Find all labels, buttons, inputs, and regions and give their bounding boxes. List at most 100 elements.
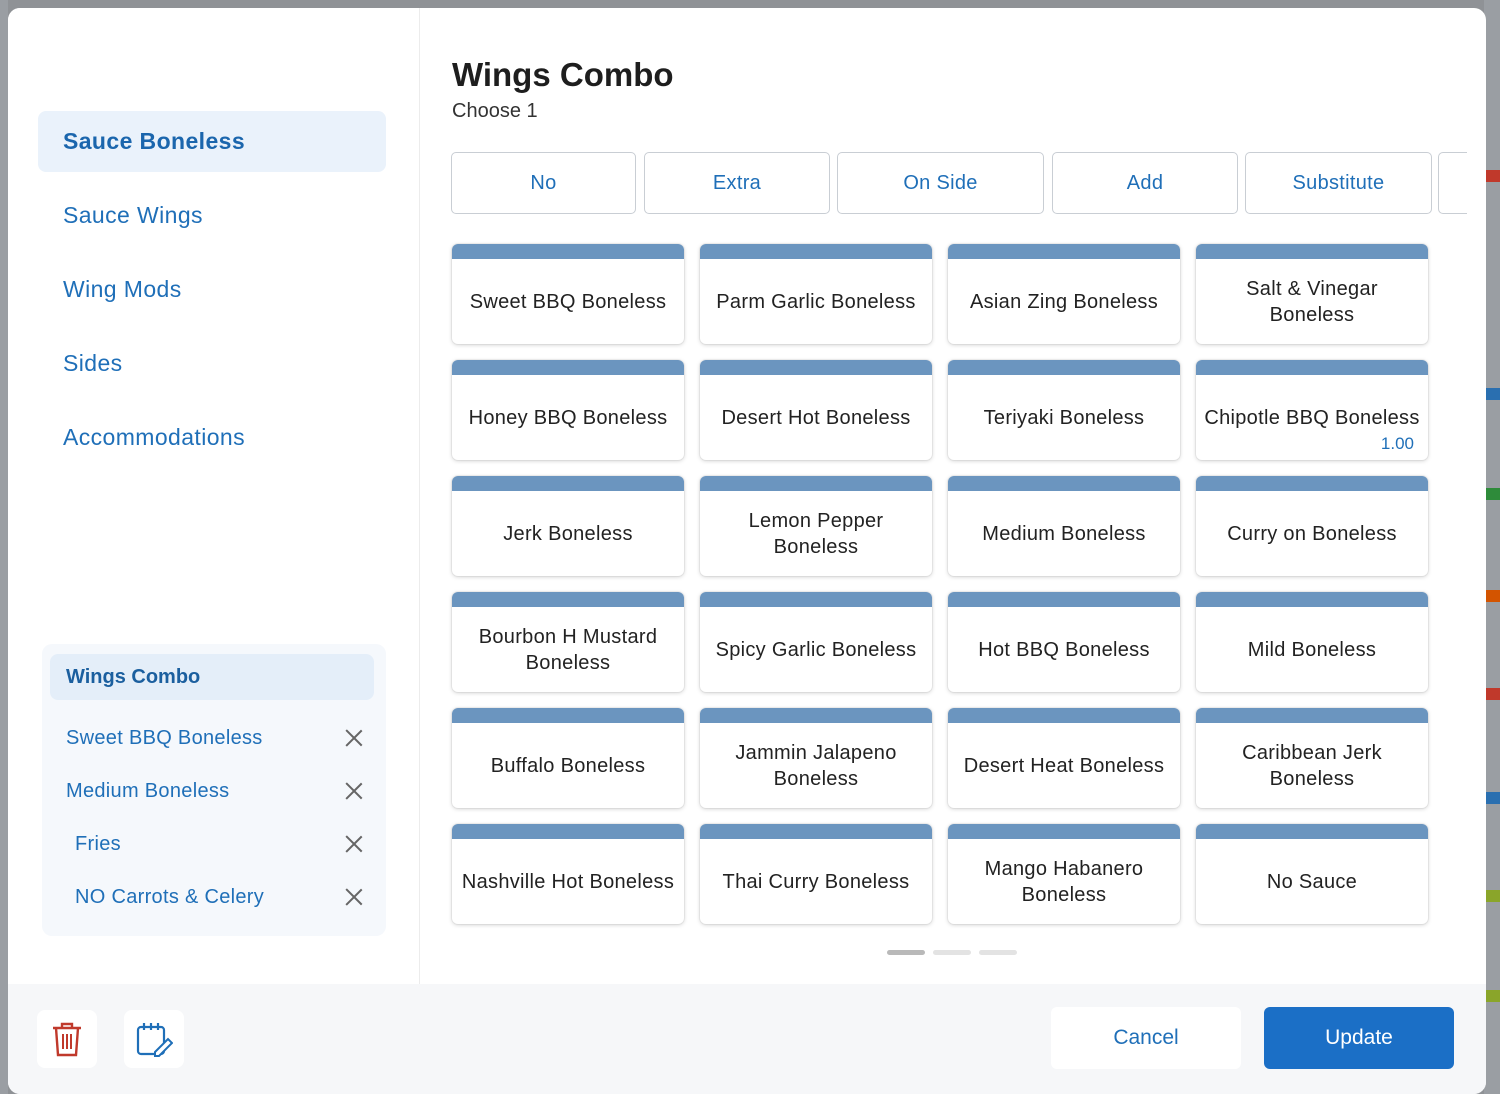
remove-icon[interactable] <box>342 885 366 909</box>
option-color-bar <box>948 824 1180 839</box>
option-label: Teriyaki Boneless <box>983 406 1145 429</box>
option-asian-zing-boneless[interactable]: Asian Zing Boneless <box>948 244 1180 344</box>
option-mild-boneless[interactable]: Mild Boneless <box>1196 592 1428 692</box>
sidebar-item-accommodations[interactable]: Accommodations <box>38 407 386 468</box>
option-color-bar <box>452 476 684 491</box>
modifier-row: No Extra On Side Add Substitute <box>451 152 1467 216</box>
option-label: Sweet BBQ Boneless <box>469 290 667 313</box>
modifier-no-button[interactable]: No <box>451 152 636 214</box>
option-jammin-jalapeno-boneless[interactable]: Jammin Jalapeno Boneless <box>700 708 932 808</box>
option-color-bar <box>452 592 684 607</box>
sidebar-item-wing-mods[interactable]: Wing Mods <box>38 259 386 320</box>
option-color-bar <box>948 592 1180 607</box>
sidebar-item-sides[interactable]: Sides <box>38 333 386 394</box>
option-color-bar <box>948 360 1180 375</box>
remove-icon[interactable] <box>342 726 366 750</box>
option-label: Curry on Boneless <box>1227 522 1397 545</box>
remove-icon[interactable] <box>342 832 366 856</box>
sidebar-item-sauce-wings[interactable]: Sauce Wings <box>38 185 386 246</box>
option-label: Hot BBQ Boneless <box>978 638 1150 661</box>
option-label: Mild Boneless <box>1247 638 1377 661</box>
option-nashville-hot-boneless[interactable]: Nashville Hot Boneless <box>452 824 684 924</box>
summary-item-label[interactable]: Sweet BBQ Boneless <box>66 727 342 750</box>
option-jerk-boneless[interactable]: Jerk Boneless <box>452 476 684 576</box>
summary-title: Wings Combo <box>50 654 374 700</box>
modifier-on-side-button[interactable]: On Side <box>837 152 1044 214</box>
option-color-bar <box>948 476 1180 491</box>
option-label: Desert Heat Boneless <box>963 754 1165 777</box>
option-color-bar <box>700 592 932 607</box>
option-color-bar <box>1196 244 1428 259</box>
option-label: Lemon Pepper Boneless <box>748 509 884 558</box>
option-label: Buffalo Boneless <box>490 754 646 777</box>
option-desert-heat-boneless[interactable]: Desert Heat Boneless <box>948 708 1180 808</box>
option-spicy-garlic-boneless[interactable]: Spicy Garlic Boneless <box>700 592 932 692</box>
option-label: Parm Garlic Boneless <box>716 290 916 313</box>
summary-item: NO Carrots & Celery <box>42 877 386 917</box>
option-honey-bbq-boneless[interactable]: Honey BBQ Boneless <box>452 360 684 460</box>
option-salt-and-vinegar-boneless[interactable]: Salt & Vinegar Boneless <box>1196 244 1428 344</box>
option-color-bar <box>452 708 684 723</box>
option-hot-bbq-boneless[interactable]: Hot BBQ Boneless <box>948 592 1180 692</box>
page-dot[interactable] <box>979 950 1017 955</box>
option-color-bar <box>452 244 684 259</box>
option-label: Medium Boneless <box>982 522 1146 545</box>
update-button[interactable]: Update <box>1264 1007 1454 1069</box>
remove-icon[interactable] <box>342 779 366 803</box>
option-label: Asian Zing Boneless <box>969 290 1159 313</box>
notes-button[interactable] <box>124 1010 184 1068</box>
modifier-more-button[interactable] <box>1438 152 1467 214</box>
page-subtitle: Choose 1 <box>452 100 538 122</box>
summary-item: Medium Boneless <box>42 771 386 811</box>
options-pane: Wings Combo Choose 1 No Extra On Side Add Su… <box>421 8 1486 984</box>
option-color-bar <box>948 244 1180 259</box>
page-title: Wings Combo <box>452 56 674 93</box>
summary-item-label[interactable]: Fries <box>75 833 342 856</box>
summary-item-label[interactable]: NO Carrots & Celery <box>75 886 342 909</box>
category-nav: Sauce Boneless Sauce Wings Wing Mods Sides A… <box>38 111 386 481</box>
option-label: Jerk Boneless <box>503 522 633 545</box>
option-lemon-pepper-boneless[interactable]: Lemon Pepper Boneless <box>700 476 932 576</box>
left-pane: Sauce Boneless Sauce Wings Wing Mods Sides A… <box>8 8 420 984</box>
page-indicator <box>887 950 1017 955</box>
option-medium-boneless[interactable]: Medium Boneless <box>948 476 1180 576</box>
option-label: Caribbean Jerk Boneless <box>1242 741 1382 790</box>
option-mango-habanero-boneless[interactable]: Mango Habanero Boneless <box>948 824 1180 924</box>
page-dot[interactable] <box>887 950 925 955</box>
option-caribbean-jerk-boneless[interactable]: Caribbean Jerk Boneless <box>1196 708 1428 808</box>
modifier-extra-button[interactable]: Extra <box>644 152 830 214</box>
option-color-bar <box>1196 708 1428 723</box>
option-label: No Sauce <box>1266 870 1358 893</box>
summary-item: Fries <box>42 824 386 864</box>
option-color-bar <box>1196 824 1428 839</box>
footer: Cancel Update <box>8 984 1486 1094</box>
option-color-bar <box>452 360 684 375</box>
option-buffalo-boneless[interactable]: Buffalo Boneless <box>452 708 684 808</box>
option-label: Jammin Jalapeno Boneless <box>735 741 897 790</box>
summary-item-label[interactable]: Medium Boneless <box>66 780 342 803</box>
order-summary: Wings Combo Sweet BBQ Boneless Medium Bon… <box>42 644 386 936</box>
delete-button[interactable] <box>37 1010 97 1068</box>
option-sweet-bbq-boneless[interactable]: Sweet BBQ Boneless <box>452 244 684 344</box>
option-chipotle-bbq-boneless[interactable]: Chipotle BBQ Boneless 1.00 <box>1196 360 1428 460</box>
option-color-bar <box>700 360 932 375</box>
option-no-sauce[interactable]: No Sauce <box>1196 824 1428 924</box>
cancel-button[interactable]: Cancel <box>1051 1007 1241 1069</box>
option-curry-on-boneless[interactable]: Curry on Boneless <box>1196 476 1428 576</box>
option-desert-hot-boneless[interactable]: Desert Hot Boneless <box>700 360 932 460</box>
page-dot[interactable] <box>933 950 971 955</box>
option-label: Spicy Garlic Boneless <box>715 638 917 661</box>
sidebar-item-sauce-boneless[interactable]: Sauce Boneless <box>38 111 386 172</box>
option-price: 1.00 <box>1380 434 1414 453</box>
option-label: Nashville Hot Boneless <box>461 870 675 893</box>
option-bourbon-h-mustard-boneless[interactable]: Bourbon H Mustard Boneless <box>452 592 684 692</box>
modifier-add-button[interactable]: Add <box>1052 152 1238 214</box>
option-parm-garlic-boneless[interactable]: Parm Garlic Boneless <box>700 244 932 344</box>
option-color-bar <box>700 476 932 491</box>
option-color-bar <box>700 244 932 259</box>
option-thai-curry-boneless[interactable]: Thai Curry Boneless <box>700 824 932 924</box>
modifier-substitute-button[interactable]: Substitute <box>1245 152 1432 214</box>
option-teriyaki-boneless[interactable]: Teriyaki Boneless <box>948 360 1180 460</box>
option-color-bar <box>700 708 932 723</box>
option-label: Bourbon H Mustard Boneless <box>478 625 658 674</box>
